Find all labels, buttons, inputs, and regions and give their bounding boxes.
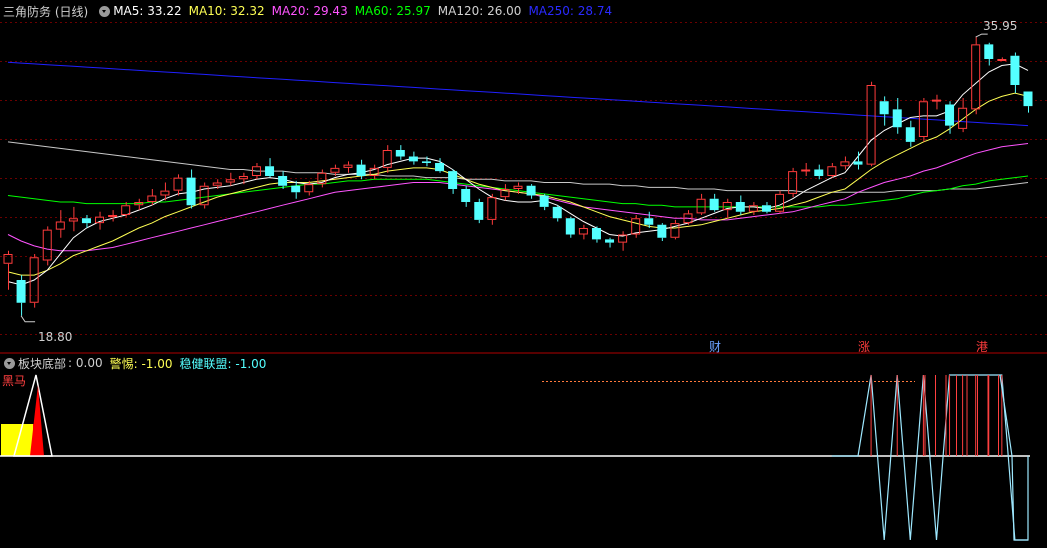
candle-down	[278, 176, 288, 186]
candle-down	[605, 239, 615, 243]
candle-down	[539, 195, 549, 207]
candle-down	[526, 185, 536, 196]
price-labels	[20, 33, 988, 323]
candle-down	[408, 156, 418, 162]
candle-up	[160, 190, 170, 196]
event-marker-limit-up[interactable]: 涨	[858, 338, 870, 355]
bottom-signal-fill	[30, 385, 44, 456]
candle-up	[225, 179, 235, 183]
candle-up	[631, 218, 641, 235]
candle-down	[265, 166, 275, 176]
candle-down	[552, 206, 562, 219]
candle-down	[657, 224, 667, 238]
candle-down	[879, 101, 889, 115]
low-price-label: 18.80	[38, 330, 73, 344]
candle-down	[474, 202, 484, 220]
candle-up	[173, 177, 183, 191]
candle-down	[644, 218, 654, 225]
candle-up	[3, 254, 13, 264]
candle-down	[81, 218, 91, 224]
low-pointer	[20, 315, 36, 323]
candle-up	[212, 182, 222, 186]
candle-up	[997, 59, 1007, 61]
candle-up	[866, 85, 876, 165]
candle-down	[448, 171, 458, 189]
candle-up	[931, 99, 941, 102]
event-marker-finance[interactable]: 财	[709, 338, 721, 355]
candle-up	[840, 161, 850, 167]
ma60-legend: MA60: 25.97	[354, 4, 431, 18]
candle-down	[892, 109, 902, 128]
candle-up	[513, 185, 523, 189]
candle-up	[801, 169, 811, 172]
sub-header: 板块底部 : 0.00 警惕: -1.00 稳健联盟: -1.00	[0, 354, 273, 372]
candle-down	[709, 198, 719, 211]
candle-down	[1023, 91, 1033, 107]
candle-down	[814, 169, 824, 176]
indicator-title: 板块底部	[18, 356, 67, 371]
candle-down	[761, 205, 771, 212]
chevron-down-icon[interactable]	[99, 5, 111, 17]
stock-chart-canvas	[0, 22, 1047, 541]
candle-up	[55, 221, 65, 230]
steady-legend: 稳健联盟: -1.00	[179, 356, 267, 371]
candle-up	[238, 176, 248, 180]
candle-up	[487, 197, 497, 220]
candle-up	[42, 229, 52, 261]
candle-up	[827, 166, 837, 176]
candle-down	[984, 44, 994, 59]
candle-down	[735, 202, 745, 212]
main-header: 三角防务 (日线) MA5: 33.22 MA10: 32.32 MA20: 2…	[0, 2, 619, 20]
candle-down	[565, 218, 575, 235]
candle-down	[421, 161, 431, 163]
candle-up	[121, 205, 131, 215]
candle-down	[356, 164, 366, 176]
candle-up	[958, 107, 968, 129]
ma250-legend: MA250: 28.74	[528, 4, 613, 18]
indicator-value: : 0.00	[68, 356, 103, 370]
candle-down	[16, 280, 26, 303]
high-price-label: 35.95	[983, 19, 1018, 33]
candle-down	[1010, 55, 1020, 85]
ma120-legend: MA120: 26.00	[437, 4, 522, 18]
candle-down	[186, 177, 196, 206]
candle-up	[971, 44, 981, 110]
steady-signal-drop	[999, 374, 1029, 541]
price-gridlines	[0, 22, 1047, 335]
candle-up	[696, 198, 706, 214]
candlestick-series	[3, 37, 1033, 316]
candle-up	[578, 228, 588, 235]
candle-down	[853, 161, 863, 165]
ma20-legend: MA20: 29.43	[271, 4, 348, 18]
indicator-subpanel	[0, 374, 1030, 541]
candle-up	[330, 167, 340, 173]
ma10-legend: MA10: 32.32	[188, 4, 265, 18]
candle-up	[343, 164, 353, 168]
signal-block-yellow	[1, 424, 33, 456]
chevron-down-icon[interactable]	[4, 357, 15, 369]
candle-down	[461, 189, 471, 202]
candle-down	[435, 163, 445, 172]
dark-horse-label: 黑马	[2, 374, 27, 388]
stock-title: 三角防务 (日线)	[3, 4, 89, 19]
event-marker-hk-connect[interactable]: 港	[976, 338, 988, 355]
candle-up	[147, 195, 157, 202]
candle-down	[591, 228, 601, 240]
candle-down	[905, 127, 915, 142]
high-pointer	[975, 33, 988, 38]
ma5-legend: MA5: 33.22	[113, 4, 182, 18]
candle-up	[108, 215, 118, 217]
candle-down	[945, 104, 955, 126]
candle-up	[304, 184, 314, 193]
candle-down	[395, 150, 405, 157]
candle-up	[68, 218, 78, 222]
candle-down	[291, 185, 301, 193]
warn-legend: 警惕: -1.00	[109, 356, 173, 371]
